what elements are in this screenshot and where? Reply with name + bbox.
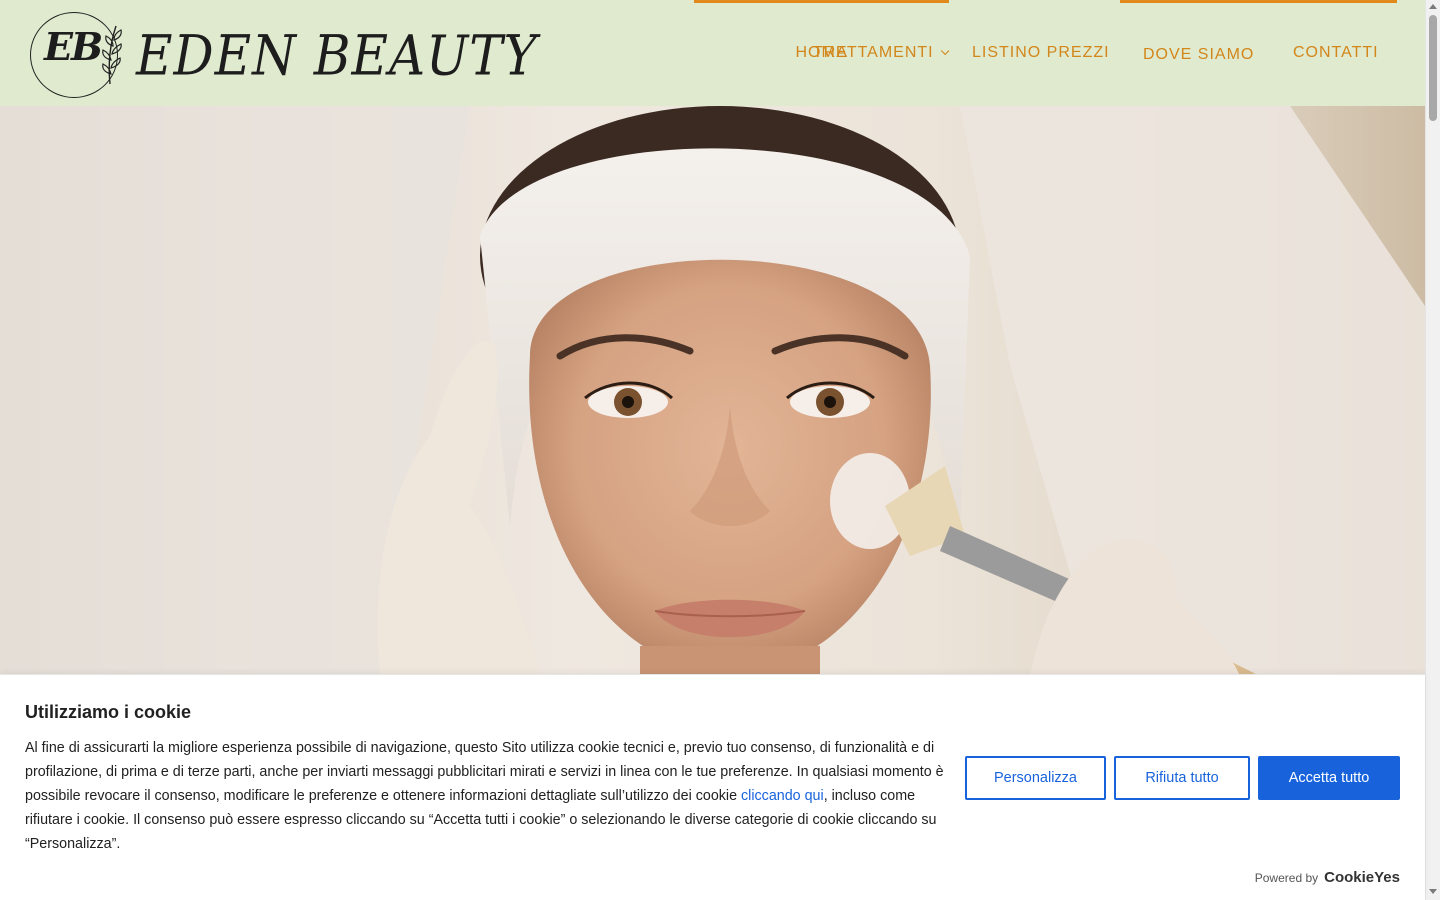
powered-by[interactable]: Powered by CookieYes: [1255, 869, 1400, 886]
nav-item-trattamenti[interactable]: TRATTAMENTI: [813, 0, 949, 106]
nav-item-label: TRATTAMENTI: [813, 44, 934, 61]
scroll-thumb[interactable]: [1429, 15, 1437, 121]
nav-item-label: DOVE SIAMO: [1143, 45, 1255, 63]
reject-all-button[interactable]: Rifiuta tutto: [1114, 756, 1250, 800]
cookie-policy-link[interactable]: cliccando qui: [741, 788, 824, 804]
nav-item-label: CONTATTI: [1293, 44, 1379, 61]
nav-item-label: LISTINO PREZZI: [972, 44, 1110, 61]
hero-image: [0, 106, 1425, 676]
logo-monogram: EB: [44, 24, 103, 69]
site-header: EB EDEN BEAUTY HOME TRATTAMENTI LISTINO …: [0, 0, 1425, 106]
powered-by-label: Powered by: [1254, 871, 1319, 885]
cookie-title: Utilizziamo i cookie: [25, 702, 192, 722]
leaf-icon: [102, 25, 122, 85]
scroll-up-icon[interactable]: [1429, 4, 1437, 9]
page-scrollbar[interactable]: [1425, 0, 1440, 900]
accept-all-button[interactable]: Accetta tutto: [1258, 756, 1400, 800]
logo-wordmark: EDEN BEAUTY: [136, 24, 538, 88]
nav-item-contatti[interactable]: CONTATTI: [1293, 0, 1379, 106]
nav-item-listino-prezzi[interactable]: LISTINO PREZZI: [972, 0, 1110, 106]
cookie-description: Al fine di assicurarti la migliore esper…: [25, 736, 955, 856]
customize-button[interactable]: Personalizza: [965, 756, 1106, 800]
scroll-down-icon[interactable]: [1429, 889, 1437, 894]
site-logo[interactable]: EB EDEN BEAUTY: [28, 10, 537, 100]
cookie-banner: Utilizziamo i cookie Al fine di assicura…: [0, 674, 1425, 900]
cookieyes-logo: CookieYes: [1324, 869, 1400, 886]
